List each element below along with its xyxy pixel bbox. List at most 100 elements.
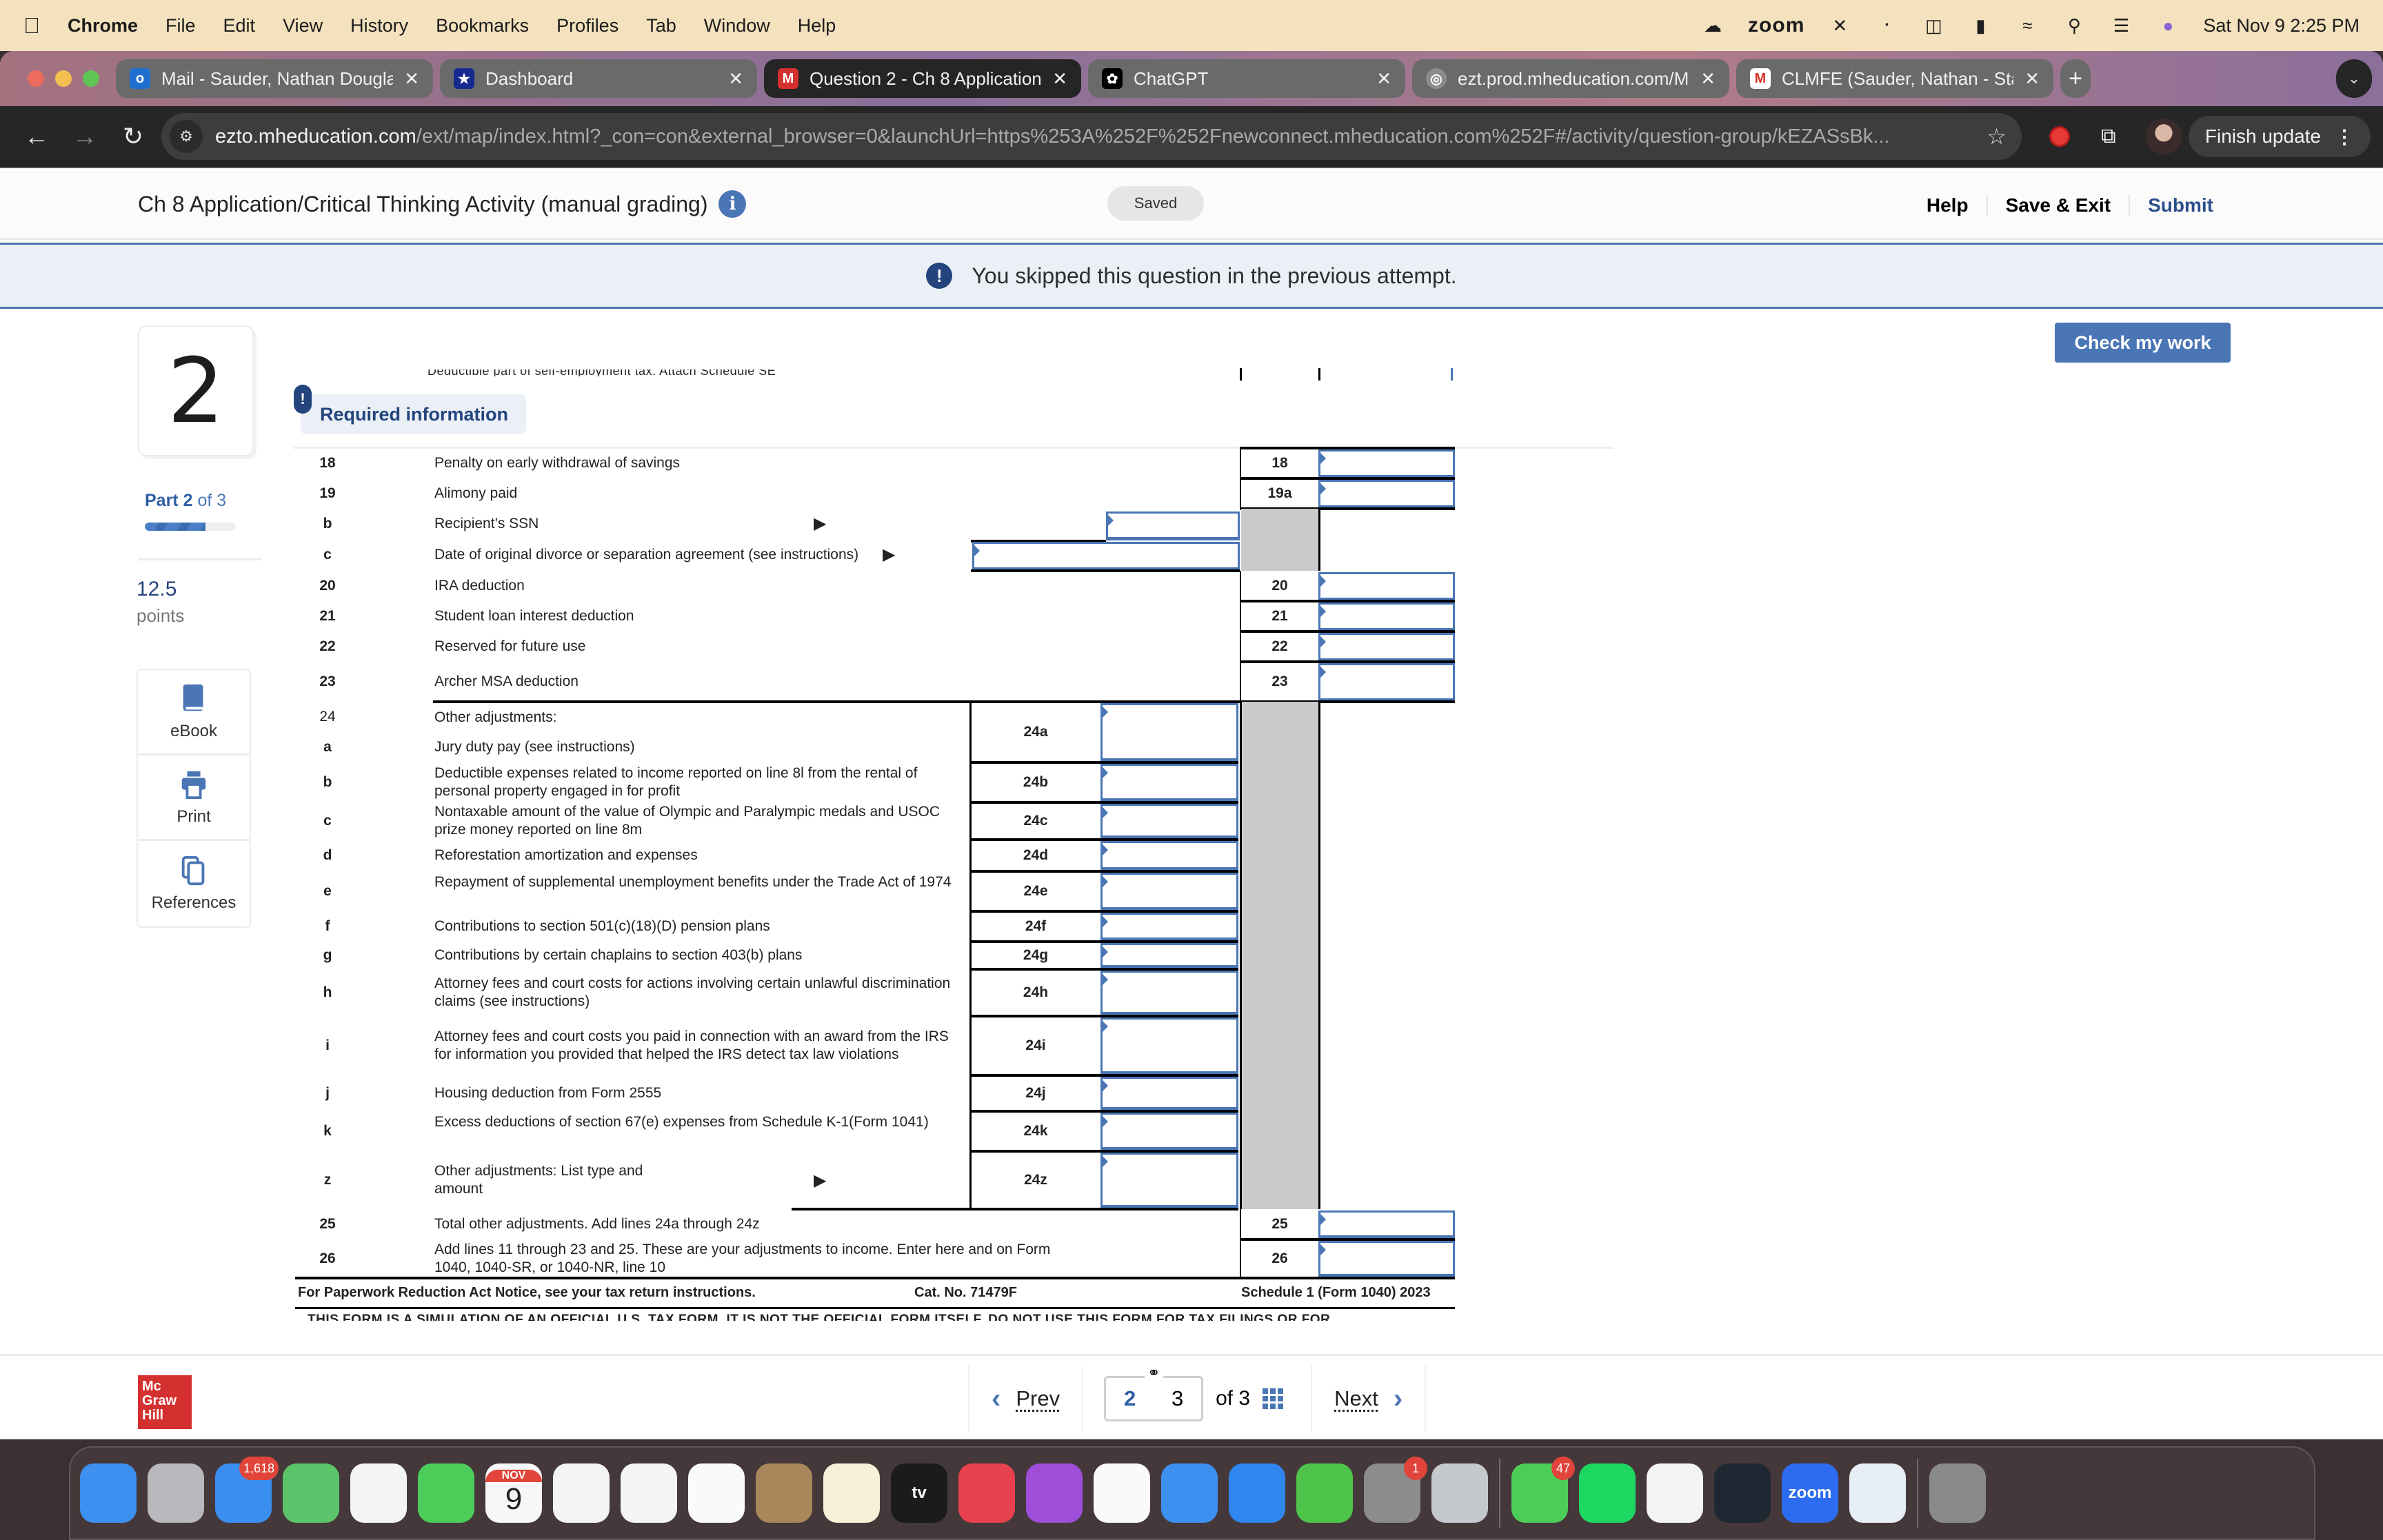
amount-input-line-26[interactable] xyxy=(1318,1241,1455,1277)
amount-input-line-18[interactable] xyxy=(1318,449,1455,478)
dock-app-facetime[interactable] xyxy=(418,1463,474,1523)
tab-dashboard[interactable]: ★ Dashboard ✕ xyxy=(440,59,757,98)
amount-input-line-19a[interactable] xyxy=(1318,480,1455,509)
dock-app-stocks[interactable] xyxy=(1714,1463,1771,1523)
screen-record-icon[interactable] xyxy=(2049,126,2070,147)
next-button[interactable]: Next › xyxy=(1312,1384,1425,1415)
help-link[interactable]: Help xyxy=(1909,194,1987,216)
tab-search-chevron-icon[interactable]: ⌄ xyxy=(2336,59,2372,98)
amount-input-line-24f[interactable] xyxy=(1100,913,1238,941)
dock-app-maps[interactable] xyxy=(283,1463,339,1523)
dock-app-launchpad[interactable] xyxy=(148,1463,204,1523)
menu-help[interactable]: Help xyxy=(798,15,836,37)
close-tab-icon[interactable]: ✕ xyxy=(2024,68,2040,90)
references-button[interactable]: References xyxy=(138,841,250,926)
current-page[interactable]: 2 xyxy=(1124,1386,1136,1411)
wifi-icon[interactable]: ≈ xyxy=(2015,14,2039,37)
amount-input-line-24i[interactable] xyxy=(1100,1017,1238,1075)
amount-input-line-24e[interactable] xyxy=(1100,873,1238,911)
ebook-button[interactable]: eBook xyxy=(138,670,250,756)
dock-app-spotify[interactable] xyxy=(1579,1463,1636,1523)
dock-app-zoom[interactable]: zoom xyxy=(1782,1463,1838,1523)
tab-question-2[interactable]: M Question 2 - Ch 8 Application ✕ xyxy=(764,59,1081,98)
dock-app-chrome[interactable] xyxy=(621,1463,677,1523)
address-bar[interactable]: ⚙ ezto.mheducation.com /ext/map/index.ht… xyxy=(161,113,2022,160)
screen-mirroring-icon[interactable]: ◫ xyxy=(1922,14,1945,37)
tab-clmfe-gmail[interactable]: M CLMFE (Sauder, Nathan - Sta ✕ xyxy=(1736,59,2053,98)
menu-profiles[interactable]: Profiles xyxy=(556,15,619,37)
amount-input-line-21[interactable] xyxy=(1318,602,1455,631)
creative-cloud-icon[interactable]: ☁ xyxy=(1701,14,1725,37)
print-button[interactable]: Print xyxy=(138,756,250,841)
page-selector[interactable]: ⚭ 2 3 xyxy=(1104,1364,1204,1421)
amount-input-line-24j[interactable] xyxy=(1100,1077,1238,1111)
dock-app-tv[interactable]: tv xyxy=(891,1463,947,1523)
close-tab-icon[interactable]: ✕ xyxy=(728,68,743,90)
amount-input-line-23[interactable] xyxy=(1318,663,1455,702)
extensions-puzzle-icon[interactable]: ⧉ xyxy=(2089,125,2128,148)
dock-app-finder[interactable] xyxy=(80,1463,137,1523)
recipient-ssn-input[interactable] xyxy=(1106,511,1240,540)
dock-app-roblox[interactable] xyxy=(1431,1463,1488,1523)
dock-app-system-settings[interactable]: 1 xyxy=(1364,1457,1427,1523)
required-information-tab[interactable]: Required information xyxy=(301,394,527,434)
grid-view-icon[interactable] xyxy=(1263,1388,1284,1409)
reload-icon[interactable]: ↻ xyxy=(109,122,157,151)
amount-input-line-24d[interactable] xyxy=(1100,841,1238,871)
page-3-link[interactable]: 3 xyxy=(1172,1386,1183,1411)
dock-app-mail[interactable]: 1,618 xyxy=(215,1457,279,1523)
menu-edit[interactable]: Edit xyxy=(223,15,256,37)
finish-update-button[interactable]: Finish update ⋮ xyxy=(2188,116,2371,157)
dock-app-reminders[interactable] xyxy=(688,1463,745,1523)
dock-app-trash[interactable] xyxy=(1929,1463,1986,1523)
forward-arrow-icon[interactable]: → xyxy=(61,122,109,151)
siri-icon[interactable]: ● xyxy=(2156,14,2180,37)
divorce-date-input[interactable] xyxy=(972,542,1240,571)
new-tab-button[interactable]: + xyxy=(2060,59,2091,98)
zoom-status-label[interactable]: zoom xyxy=(1748,14,1804,37)
close-tab-icon[interactable]: ✕ xyxy=(1376,68,1391,90)
dock-app-notes[interactable] xyxy=(823,1463,880,1523)
dock-app-messages[interactable]: 47 xyxy=(1511,1457,1575,1523)
amount-input-line-24b[interactable] xyxy=(1100,764,1238,802)
menu-history[interactable]: History xyxy=(350,15,408,37)
dock-app-photos[interactable] xyxy=(350,1463,407,1523)
menu-bookmarks[interactable]: Bookmarks xyxy=(436,15,529,37)
amount-input-line-22[interactable] xyxy=(1318,633,1455,662)
amount-input-line-24z[interactable] xyxy=(1100,1153,1238,1208)
dock-app-app-store[interactable] xyxy=(1229,1463,1285,1523)
apple-menu-icon[interactable]:  xyxy=(23,13,40,39)
check-my-work-button[interactable]: Check my work xyxy=(2055,323,2231,363)
dock-app-xcode-like-x[interactable] xyxy=(1647,1463,1703,1523)
bluetooth-icon[interactable]: ᛫ xyxy=(1875,14,1898,37)
dock-app-numbers[interactable] xyxy=(1296,1463,1353,1523)
menu-window[interactable]: Window xyxy=(704,15,770,37)
tab-chatgpt[interactable]: ✿ ChatGPT ✕ xyxy=(1088,59,1405,98)
save-exit-link[interactable]: Save & Exit xyxy=(1986,194,2129,216)
amount-input-line-24a[interactable] xyxy=(1100,703,1238,762)
close-tab-icon[interactable]: ✕ xyxy=(404,68,419,90)
menu-file[interactable]: File xyxy=(165,15,196,37)
dock-app-music[interactable] xyxy=(958,1463,1015,1523)
close-tab-icon[interactable]: ✕ xyxy=(1700,68,1716,90)
battery-icon[interactable]: ▮ xyxy=(1969,14,1992,37)
dock-app-safari[interactable] xyxy=(553,1463,610,1523)
amount-input-line-24h[interactable] xyxy=(1100,971,1238,1015)
menu-view[interactable]: View xyxy=(283,15,323,37)
tab-ezt-prod[interactable]: ◎ ezt.prod.mheducation.com/M ✕ xyxy=(1412,59,1729,98)
amount-input-line-24k[interactable] xyxy=(1100,1113,1238,1151)
menu-app-name[interactable]: Chrome xyxy=(68,15,138,37)
amount-input-line-25[interactable] xyxy=(1318,1210,1455,1239)
close-window-button[interactable] xyxy=(28,70,44,87)
dock-app-podcasts[interactable] xyxy=(1026,1463,1083,1523)
info-icon[interactable]: i xyxy=(718,190,747,218)
bartender-off-icon[interactable]: ✕ xyxy=(1828,14,1851,37)
dock-app-contacts[interactable] xyxy=(756,1463,812,1523)
tab-mail[interactable]: o Mail - Sauder, Nathan Dougla ✕ xyxy=(116,59,433,98)
dock-app-calendar[interactable]: NOV 9 xyxy=(485,1463,542,1523)
more-menu-icon[interactable]: ⋮ xyxy=(2335,125,2354,148)
amount-input-line-20[interactable] xyxy=(1318,572,1455,601)
minimize-window-button[interactable] xyxy=(55,70,72,87)
bookmark-star-icon[interactable]: ☆ xyxy=(1987,123,2007,150)
dock-app-news[interactable] xyxy=(1094,1463,1150,1523)
